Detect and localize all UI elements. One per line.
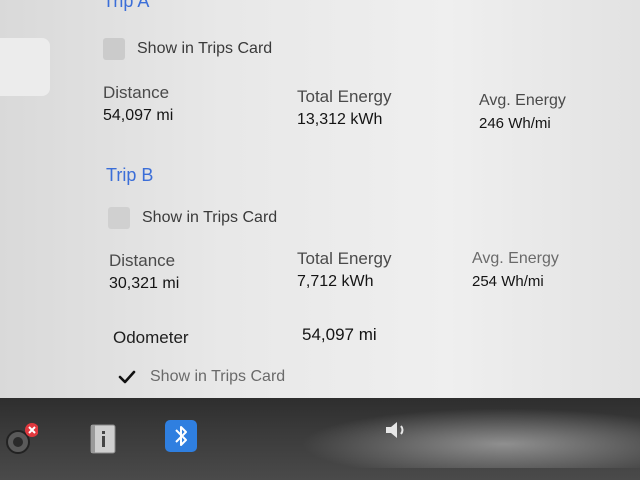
odometer: Odometer <box>113 328 189 348</box>
trip-b-show-in-trips-card[interactable]: Show in Trips Card <box>108 207 277 229</box>
trip-b-total-energy-value: 7,712 kWh <box>297 273 374 290</box>
trip-b-distance-label: Distance <box>109 251 176 270</box>
camera-icon <box>6 423 38 454</box>
odometer-value-box: 54,097 mi <box>302 322 377 346</box>
odometer-checkbox[interactable] <box>116 366 138 388</box>
trip-b-avg-energy-value: 254 Wh/mi <box>472 273 544 290</box>
trip-a-total-energy: Total Energy 13,312 kWh <box>297 87 392 131</box>
trip-b-checkbox-label: Show in Trips Card <box>142 209 278 226</box>
trip-b-total-energy-label: Total Energy <box>297 249 392 268</box>
trip-a-avg-energy: Avg. Energy 246 Wh/mi <box>479 91 566 135</box>
trip-a-distance-value: 54,097 mi <box>103 107 174 124</box>
trip-b-distance: Distance 30,321 mi <box>109 251 179 295</box>
trip-b-avg-energy-label: Avg. Energy <box>472 250 559 267</box>
odometer-label: Odometer <box>113 328 189 347</box>
trip-a-avg-energy-label: Avg. Energy <box>479 92 566 109</box>
odometer-checkbox-label: Show in Trips Card <box>150 368 286 385</box>
trip-a-checkbox-label: Show in Trips Card <box>137 40 273 57</box>
odometer-value: 54,097 mi <box>302 325 377 344</box>
trip-a-show-in-trips-card[interactable]: Show in Trips Card <box>103 38 272 60</box>
trip-b-checkbox[interactable] <box>108 207 130 229</box>
trip-a-avg-energy-value: 246 Wh/mi <box>479 115 551 132</box>
volume-button[interactable] <box>382 418 412 442</box>
trip-a-distance-label: Distance <box>103 83 170 102</box>
trip-b-total-energy: Total Energy 7,712 kWh <box>297 249 392 293</box>
volume-icon <box>386 422 404 438</box>
trip-a-total-energy-value: 13,312 kWh <box>297 111 383 128</box>
bluetooth-icon <box>165 420 197 452</box>
side-panel-tab[interactable] <box>0 38 50 96</box>
trip-b-distance-value: 30,321 mi <box>109 275 180 292</box>
owners-manual-button[interactable] <box>88 422 118 456</box>
trip-a-distance: Distance 54,097 mi <box>103 83 173 127</box>
camera-button[interactable] <box>2 422 38 458</box>
manual-icon <box>90 424 116 454</box>
trip-b-title: Trip B <box>106 165 154 185</box>
bluetooth-button[interactable] <box>165 420 197 452</box>
trip-a-title: Trip A <box>103 0 150 11</box>
trip-b-avg-energy: Avg. Energy 254 Wh/mi <box>472 249 559 293</box>
checkmark-icon <box>118 370 136 384</box>
trips-screen: Trip A Show in Trips Card Distance 54,09… <box>0 0 640 398</box>
taskbar <box>0 398 640 480</box>
trip-a-total-energy-label: Total Energy <box>297 87 392 106</box>
trip-a-checkbox[interactable] <box>103 38 125 60</box>
odometer-show-in-trips-card[interactable]: Show in Trips Card <box>116 366 285 388</box>
screen-glare <box>300 408 640 468</box>
